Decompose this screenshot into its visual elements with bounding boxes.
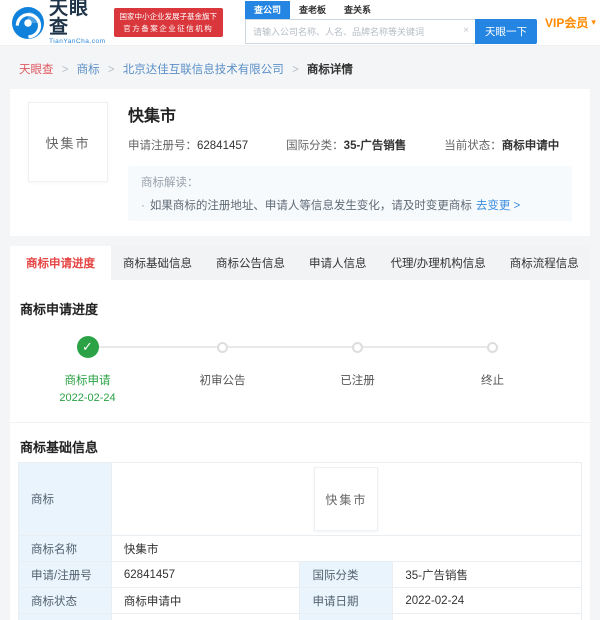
tab-basic-info[interactable]: 商标基础信息 [111, 246, 204, 280]
check-icon: ✓ [76, 336, 99, 358]
breadcrumb-trademark[interactable]: 商标 [77, 64, 100, 76]
tab-announcement-info[interactable]: 商标公告信息 [204, 246, 297, 280]
step-label: 终止 [481, 375, 504, 387]
meta-status-label: 当前状态： [444, 140, 502, 152]
eye-logo-icon [12, 6, 44, 39]
tab-application-progress[interactable]: 商标申请进度 [10, 246, 111, 280]
progress-stepper: ✓ 商标申请 2022-02-24 初审公告 已注册 终止 [20, 335, 560, 404]
tianyancha-logo[interactable]: 天眼查 TianYanCha.com [12, 0, 106, 46]
tab-agency-info[interactable]: 代理/办理机构信息 [379, 246, 498, 280]
table-row: 商标名称 快集市 [18, 535, 583, 562]
cell-value: - [392, 613, 582, 620]
chevron-down-icon: ▾ [591, 17, 596, 27]
interpretation-tip: 如果商标的注册地址、申请人等信息发生变化，请及时变更商标 [149, 200, 472, 212]
clear-icon[interactable]: × [463, 25, 469, 36]
table-row: 商标 快集市 [18, 462, 583, 536]
table-row: 申请/注册号 62841457 国际分类 35-广告销售 [18, 561, 582, 588]
logo-brand-text: 天眼查 [49, 0, 90, 39]
search-tab-company[interactable]: 查公司 [245, 1, 291, 19]
go-change-link[interactable]: 去变更 > [476, 200, 520, 212]
cell-label: 申请日期 [299, 587, 394, 614]
main-content: 商标申请进度 ✓ 商标申请 2022-02-24 初审公告 已注册 终止 商标基… [10, 280, 590, 620]
header: 天眼查 TianYanCha.com 国家中小企业发展子基金旗下 官方备案企业征… [0, 0, 600, 46]
step-label: 已注册 [340, 375, 375, 387]
search-button[interactable]: 天眼一下 [475, 19, 537, 44]
breadcrumb-separator: > [107, 64, 115, 76]
cell-value: 2022-02-24 [392, 587, 582, 614]
step-label: 初审公告 [199, 375, 246, 387]
breadcrumb-home[interactable]: 天眼查 [19, 64, 54, 76]
tab-process-info[interactable]: 商标流程信息 [498, 246, 591, 280]
progress-step: ✓ 商标申请 2022-02-24 [20, 335, 155, 404]
meta-reg-no-value: 62841457 [197, 140, 249, 152]
trademark-image: 快集市 [314, 467, 379, 531]
badge-line1: 国家中小企业发展子基金旗下 [119, 11, 218, 21]
progress-step: 终止 [425, 335, 560, 404]
page-title: 快集市 [128, 108, 177, 125]
breadcrumb-separator: > [61, 64, 69, 76]
official-credential-badge: 国家中小企业发展子基金旗下 官方备案企业征信机构 [113, 7, 223, 38]
tab-goods-services[interactable]: 商品/服务项目 [591, 246, 600, 280]
tab-applicant-info[interactable]: 申请人信息 [297, 246, 379, 280]
badge-line2: 官方备案企业征信机构 [123, 23, 214, 33]
vip-label: VIP会员 [545, 16, 589, 30]
cell-label: 申请/注册号 [18, 561, 112, 588]
interpretation-heading: 商标解读： [141, 177, 199, 189]
cell-label: 国际分类 [299, 561, 394, 588]
status-badge: 商标申请中 [501, 140, 560, 152]
table-row: 商标状态 商标申请中 申请日期 2022-02-24 [18, 587, 582, 614]
cell-label: 商标状态 [18, 587, 112, 614]
trademark-interpretation-box: 商标解读： · 如果商标的注册地址、申请人等信息发生变化，请及时变更商标 去变更 > [128, 166, 572, 221]
logo-domain-text: TianYanCha.com [49, 38, 106, 46]
meta-intl-class-label: 国际分类： [286, 140, 344, 152]
cell-value: 否 [110, 613, 301, 620]
cell-value: 商标申请中 [110, 587, 301, 614]
meta-intl-class: 国际分类：35-广告销售 [286, 137, 406, 153]
step-circle-icon [487, 341, 498, 353]
meta-status: 当前状态：商标申请中 [444, 137, 559, 153]
step-date: 2022-02-24 [59, 392, 116, 404]
meta-intl-class-value: 35-广告销售 [343, 140, 407, 152]
cell-label: 商标 [18, 462, 112, 536]
cell-label: 商标名称 [18, 535, 112, 562]
progress-step: 已注册 [290, 335, 425, 404]
bullet-icon: · [141, 200, 145, 212]
meta-reg-no-label: 申请注册号： [128, 140, 197, 152]
search-tabs: 查公司 查老板 查关系 [245, 1, 537, 19]
step-label: 商标申请 [64, 375, 111, 387]
section-basic-info: 商标基础信息 商标 快集市 商标名称 快集市 申请/注册号 62841457 国… [10, 422, 590, 620]
cell-label: 国际商标 [18, 613, 112, 620]
search-area: 查公司 查老板 查关系 × 天眼一下 [245, 1, 537, 44]
detail-tabbar: 商标申请进度 商标基础信息 商标公告信息 申请人信息 代理/办理机构信息 商标流… [10, 246, 590, 280]
vip-member-menu[interactable]: VIP会员 ▾ [545, 14, 596, 31]
search-tab-relation[interactable]: 查关系 [335, 1, 380, 19]
breadcrumb: 天眼查 > 商标 > 北京达佳互联信息技术有限公司 > 商标详情 [0, 46, 600, 89]
cell-label: 国际注册日期 [299, 613, 394, 620]
section-title-basic-info: 商标基础信息 [20, 440, 99, 455]
table-row: 国际商标 否 国际注册日期 - [18, 613, 582, 620]
cell-value: 62841457 [110, 561, 301, 588]
basic-info-table: 商标 快集市 商标名称 快集市 申请/注册号 62841457 国际分类 35-… [18, 462, 583, 620]
step-circle-icon [352, 341, 363, 353]
cell-value: 快集市 [110, 462, 583, 536]
meta-reg-no: 申请注册号：62841457 [128, 137, 248, 153]
breadcrumb-company[interactable]: 北京达佳互联信息技术有限公司 [123, 64, 284, 76]
trademark-summary-card: 快集市 快集市 申请注册号：62841457 国际分类：35-广告销售 当前状态… [10, 89, 590, 236]
breadcrumb-current: 商标详情 [306, 64, 353, 76]
progress-step: 初审公告 [155, 335, 290, 404]
section-title-progress: 商标申请进度 [20, 302, 99, 317]
trademark-image: 快集市 [28, 102, 108, 182]
step-circle-icon [217, 341, 228, 353]
cell-value: 快集市 [110, 535, 583, 562]
search-input[interactable] [245, 19, 475, 44]
search-tab-boss[interactable]: 查老板 [290, 1, 335, 19]
breadcrumb-separator: > [291, 64, 299, 76]
section-application-progress: 商标申请进度 ✓ 商标申请 2022-02-24 初审公告 已注册 终止 [10, 280, 590, 404]
cell-value: 35-广告销售 [392, 561, 582, 588]
